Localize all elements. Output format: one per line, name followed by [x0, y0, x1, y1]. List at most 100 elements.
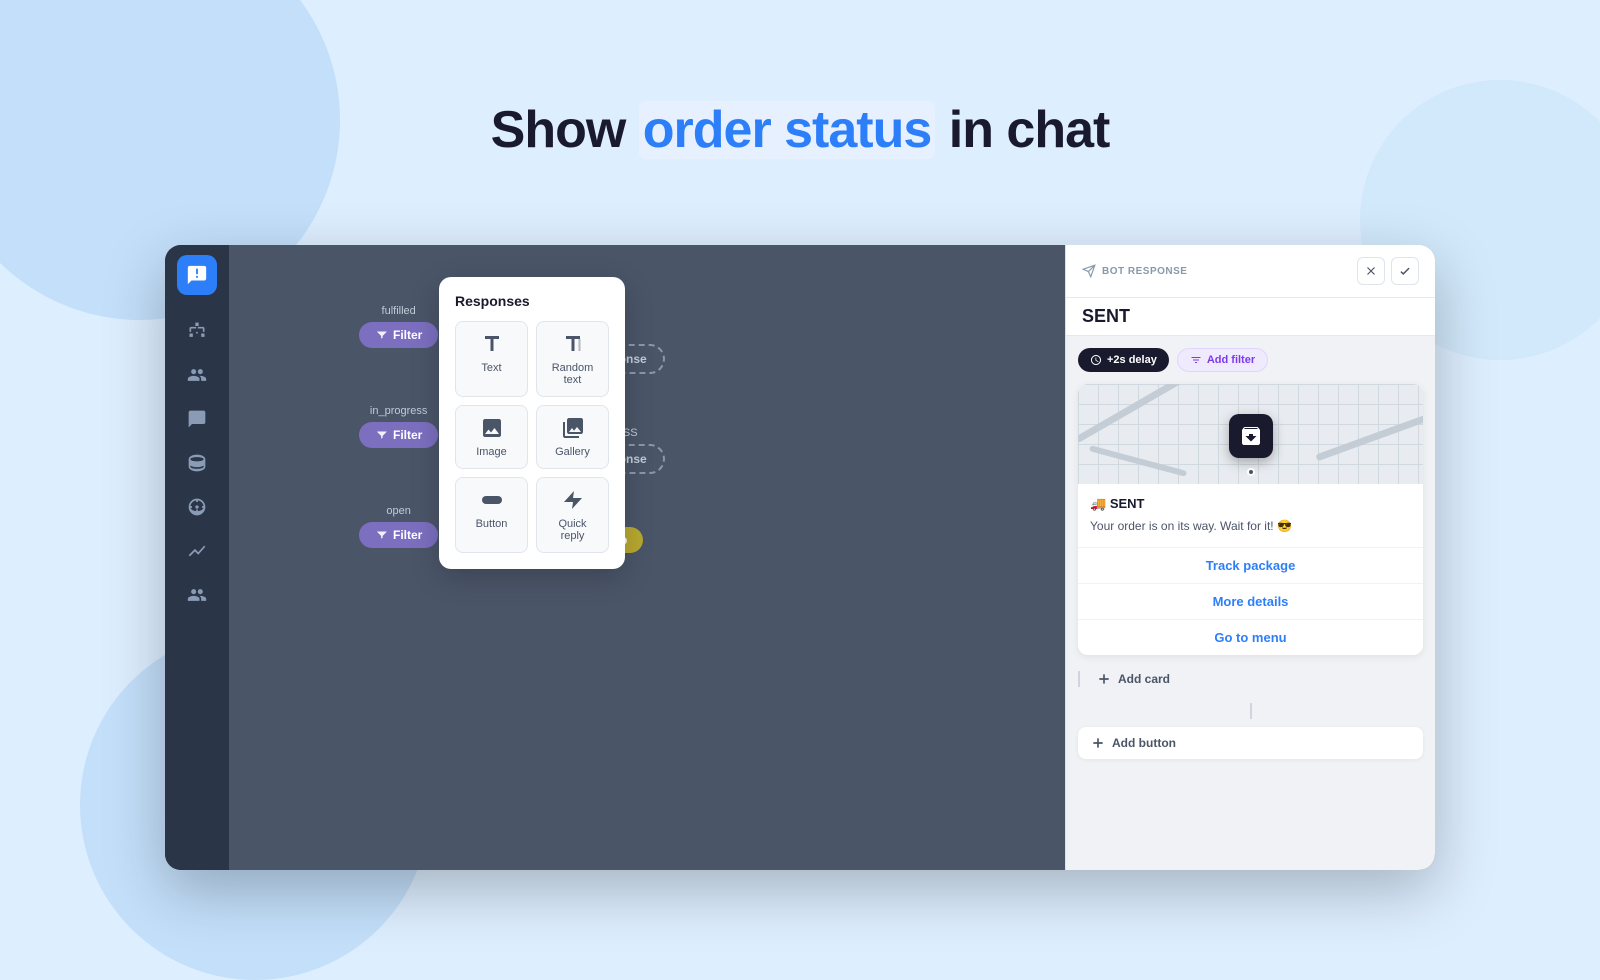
node-fulfilled-label: fulfilled: [382, 305, 416, 317]
close-panel-button[interactable]: [1357, 257, 1385, 285]
add-card-label: Add card: [1118, 672, 1170, 686]
canvas-area: fulfilled Filter SENT... Bot response in…: [229, 245, 1065, 870]
chat-icon: [186, 264, 208, 286]
org-chart-icon: [187, 321, 207, 341]
sidebar-item-integrations[interactable]: [177, 575, 217, 615]
response-item-quick-reply-label: Quick reply: [545, 518, 600, 542]
response-item-gallery-label: Gallery: [555, 446, 590, 458]
vertical-line: [1078, 671, 1080, 687]
map-dot: [1247, 468, 1255, 476]
response-item-random-text[interactable]: Random text: [536, 321, 609, 397]
card-description: Your order is on its way. Wait for it! 😎: [1090, 518, 1411, 535]
sidebar-item-analytics[interactable]: [177, 531, 217, 571]
page-header: Show order status in chat: [0, 100, 1600, 160]
sidebar-item-automation[interactable]: [177, 487, 217, 527]
responses-title: Responses: [455, 293, 609, 309]
card-btn-menu[interactable]: Go to menu: [1078, 620, 1423, 655]
card-btn-details[interactable]: More details: [1078, 584, 1423, 620]
panel-actions: [1357, 257, 1419, 285]
random-text-icon: [561, 332, 585, 356]
filter-pill[interactable]: Add filter: [1177, 348, 1268, 372]
node-fulfilled: fulfilled Filter: [359, 305, 438, 348]
data-icon: [187, 453, 207, 473]
action-pills: +2s delay Add filter: [1078, 348, 1423, 372]
plus-icon-button: [1090, 735, 1106, 751]
analytics-icon: [187, 541, 207, 561]
app-window: fulfilled Filter SENT... Bot response in…: [165, 245, 1435, 870]
delay-pill[interactable]: +2s delay: [1078, 348, 1169, 372]
card-buttons: Track package More details Go to menu: [1078, 547, 1423, 655]
bot-panel-title: SENT: [1066, 298, 1435, 336]
clock-icon: [1090, 354, 1102, 366]
filter-icon-3: [375, 529, 387, 541]
automation-icon: [187, 497, 207, 517]
bot-panel-type: BOT RESPONSE: [1082, 264, 1187, 278]
filter-icon-2: [375, 429, 387, 441]
road-3: [1089, 445, 1187, 477]
response-item-text[interactable]: Text: [455, 321, 528, 397]
add-button-row[interactable]: Add button: [1078, 727, 1423, 759]
filter-btn-in-progress-label: Filter: [393, 428, 422, 442]
map-pin: [1229, 414, 1273, 458]
title-part2: in chat: [935, 101, 1109, 159]
card-btn-track[interactable]: Track package: [1078, 548, 1423, 584]
road-2: [1315, 414, 1423, 462]
sidebar-item-contacts[interactable]: [177, 355, 217, 395]
filter-btn-fulfilled[interactable]: Filter: [359, 322, 438, 348]
bot-panel-body: +2s delay Add filter: [1066, 336, 1435, 870]
sidebar-item-messages[interactable]: [177, 399, 217, 439]
filter-icon: [375, 329, 387, 341]
bot-panel-type-label: BOT RESPONSE: [1102, 266, 1187, 277]
responses-grid: Text Random text Image Gallery: [455, 321, 609, 553]
v-line-bottom: [1250, 703, 1252, 719]
node-open: open Filter: [359, 505, 438, 548]
filter-pill-label: Add filter: [1207, 354, 1255, 366]
response-item-image[interactable]: Image: [455, 405, 528, 469]
page-title: Show order status in chat: [0, 100, 1600, 160]
response-item-image-label: Image: [476, 446, 507, 458]
close-icon: [1364, 264, 1378, 278]
node-in-progress: in_progress Filter: [359, 405, 438, 448]
contacts-icon: [187, 365, 207, 385]
card-title-text: SENT: [1110, 496, 1145, 511]
bot-panel: BOT RESPONSE SENT +2s delay: [1065, 245, 1435, 870]
filter-btn-in-progress[interactable]: Filter: [359, 422, 438, 448]
quick-reply-icon: [561, 488, 585, 512]
sidebar-item-data[interactable]: [177, 443, 217, 483]
add-card-row: Add card: [1078, 663, 1423, 695]
node-open-label: open: [386, 505, 410, 517]
card-content: 🚚 SENT Your order is on its way. Wait fo…: [1078, 484, 1423, 547]
response-item-random-text-label: Random text: [545, 362, 600, 386]
map-card: 🚚 SENT Your order is on its way. Wait fo…: [1078, 384, 1423, 655]
title-highlight: order status: [639, 101, 936, 159]
response-item-text-label: Text: [481, 362, 501, 374]
add-card-btn[interactable]: Add card: [1096, 667, 1170, 691]
delay-label: +2s delay: [1107, 354, 1157, 366]
text-response-icon: [480, 332, 504, 356]
integrations-icon: [187, 585, 207, 605]
filter-btn-open[interactable]: Filter: [359, 522, 438, 548]
messages-icon: [187, 409, 207, 429]
sidebar-logo[interactable]: [177, 255, 217, 295]
responses-popup: Responses Text Random text Image: [439, 277, 625, 569]
confirm-panel-button[interactable]: [1391, 257, 1419, 285]
filter-btn-open-label: Filter: [393, 528, 422, 542]
filter-pill-icon: [1190, 354, 1202, 366]
response-item-button[interactable]: Button: [455, 477, 528, 553]
plus-icon-card: [1096, 671, 1112, 687]
response-item-button-label: Button: [476, 518, 508, 530]
send-icon-panel: [1082, 264, 1096, 278]
image-response-icon: [480, 416, 504, 440]
map-area: [1078, 384, 1423, 484]
response-item-gallery[interactable]: Gallery: [536, 405, 609, 469]
package-icon: [1239, 424, 1263, 448]
check-icon: [1398, 264, 1412, 278]
bot-panel-header: BOT RESPONSE: [1066, 245, 1435, 298]
sidebar: [165, 245, 229, 870]
card-sent-title: 🚚 SENT: [1090, 496, 1411, 512]
filter-btn-fulfilled-label: Filter: [393, 328, 422, 342]
gallery-response-icon: [561, 416, 585, 440]
response-item-quick-reply[interactable]: Quick reply: [536, 477, 609, 553]
sidebar-item-org-chart[interactable]: [177, 311, 217, 351]
button-response-icon: [480, 488, 504, 512]
